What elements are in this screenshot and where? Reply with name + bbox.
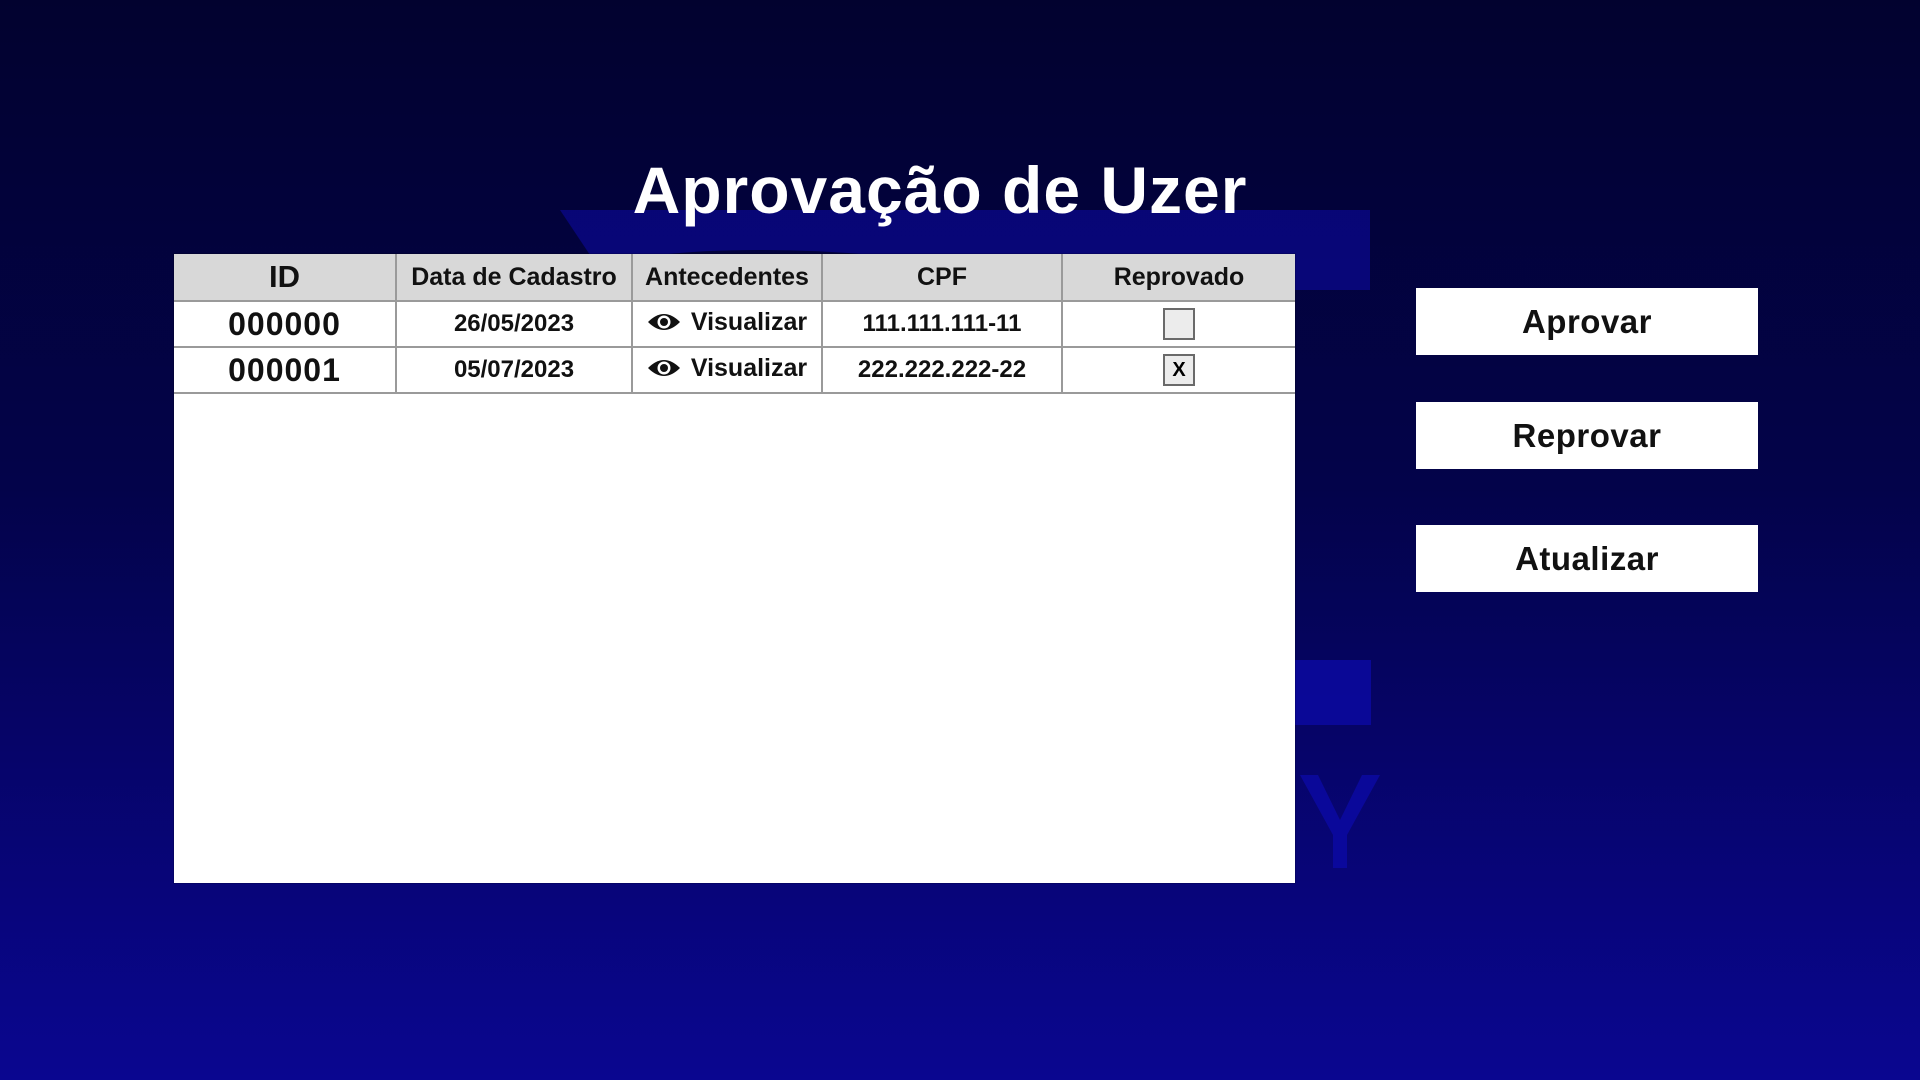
- column-header-reprovado: Reprovado: [1062, 254, 1295, 302]
- cell-reprovado: X: [1062, 347, 1295, 394]
- reprovado-checkbox[interactable]: [1163, 308, 1195, 340]
- cell-cpf: 111.111.111-11: [822, 301, 1063, 348]
- reprovado-checkbox[interactable]: X: [1163, 354, 1195, 386]
- approve-button[interactable]: Aprovar: [1416, 288, 1758, 355]
- view-antecedentes-link[interactable]: Visualizar: [647, 308, 807, 337]
- cell-antecedentes: Visualizar: [632, 301, 823, 348]
- cell-id: 000001: [174, 347, 397, 394]
- table-row[interactable]: 000001 05/07/2023 Visualizar 222.222.222…: [174, 347, 1295, 394]
- cell-reprovado: [1062, 301, 1295, 348]
- table-header-row: ID Data de Cadastro Antecedentes CPF Rep…: [174, 254, 1295, 302]
- view-antecedentes-link[interactable]: Visualizar: [647, 354, 807, 383]
- eye-icon: [647, 314, 680, 331]
- cell-date: 05/07/2023: [396, 347, 633, 394]
- column-header-antecedentes: Antecedentes: [632, 254, 823, 302]
- reject-button[interactable]: Reprovar: [1416, 402, 1758, 469]
- column-header-cpf: CPF: [822, 254, 1063, 302]
- cell-date: 26/05/2023: [396, 301, 633, 348]
- cell-antecedentes: Visualizar: [632, 347, 823, 394]
- page-title: Aprovação de Uzer: [632, 153, 1248, 228]
- eye-icon: [647, 360, 680, 377]
- cell-id: 000000: [174, 301, 397, 348]
- table-row[interactable]: 000000 26/05/2023 Visualizar 111.111.111…: [174, 301, 1295, 348]
- user-approval-table: ID Data de Cadastro Antecedentes CPF Rep…: [174, 254, 1295, 394]
- column-header-id: ID: [174, 254, 397, 302]
- cell-cpf: 222.222.222-22: [822, 347, 1063, 394]
- refresh-button[interactable]: Atualizar: [1416, 525, 1758, 592]
- view-label: Visualizar: [690, 353, 808, 382]
- column-header-date: Data de Cadastro: [396, 254, 633, 302]
- view-label: Visualizar: [690, 307, 808, 336]
- watermark-letter: [1300, 775, 1380, 868]
- watermark-bar: [1295, 660, 1371, 725]
- user-table-panel: ID Data de Cadastro Antecedentes CPF Rep…: [174, 254, 1295, 883]
